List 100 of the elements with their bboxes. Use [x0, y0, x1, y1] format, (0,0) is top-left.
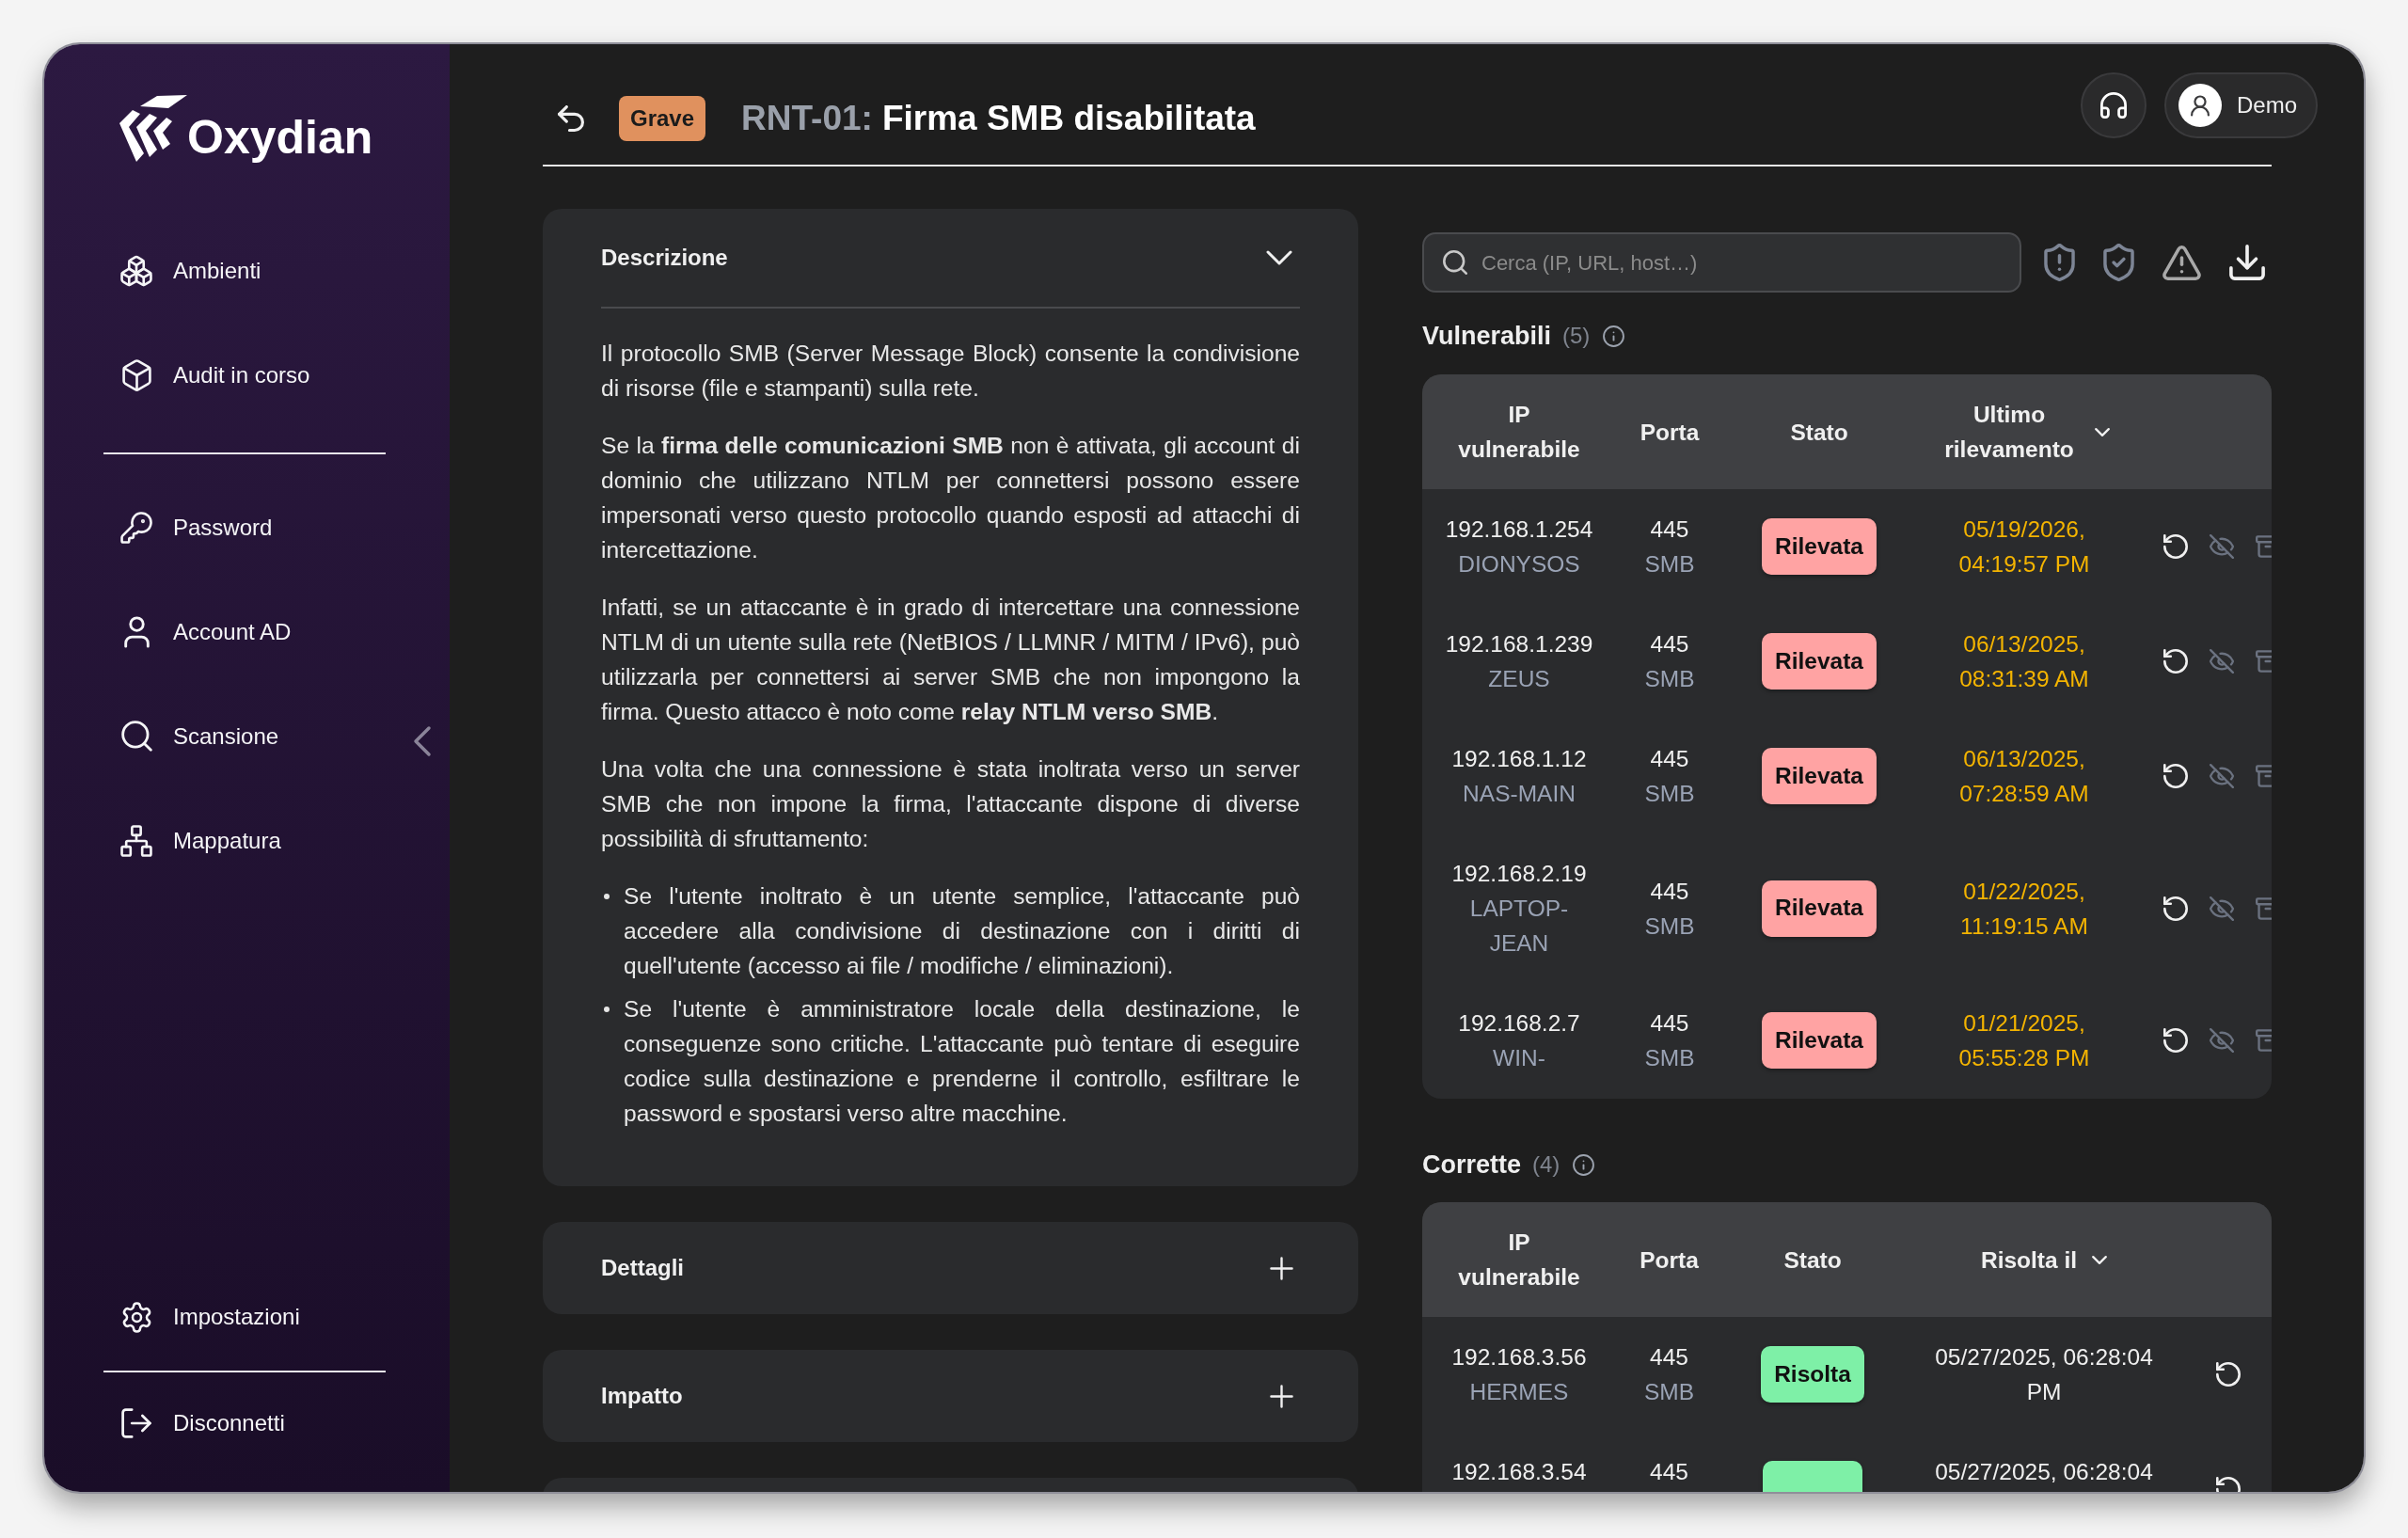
chevron-down-icon[interactable]: [2095, 427, 2110, 436]
ip-address: 192.168.1.254: [1445, 515, 1593, 544]
port-number: 445: [1650, 515, 1689, 544]
ip-address: 192.168.1.239: [1445, 630, 1593, 658]
chevron-down-icon[interactable]: [1266, 250, 1292, 265]
search-icon[interactable]: [120, 721, 152, 752]
date-text: 01/21/2025, 05:55:28 PM: [1957, 1009, 2091, 1072]
status-badge: Rilevata: [1762, 748, 1877, 804]
status-badge: Risolta: [1761, 1346, 1864, 1403]
hostname: LAPTOP-JEAN: [1468, 895, 1570, 958]
description-paragraph: Una volta che una connessione è stata inoltrata verso un server SMB che non impone la firma, l'attaccante dispone di diverse possibilità di sfruttamento:: [601, 755, 1300, 853]
date-text: 05/27/2025, 06:28:04: [1935, 1458, 2153, 1486]
eye-slash-icon[interactable]: [2210, 534, 2234, 559]
date-text: 05/27/2025, 06:28:04 PM: [1934, 1343, 2154, 1406]
nav-link[interactable]: Impostazioni: [120, 1301, 300, 1333]
protocol-name: SMB: [1644, 1044, 1695, 1072]
chevron-down-icon[interactable]: [2092, 1255, 2108, 1264]
nav-link[interactable]: Mappatura: [120, 824, 281, 857]
info-icon: [1603, 325, 1625, 347]
brand-name: Oxydian: [187, 112, 373, 163]
shield-check-icon[interactable]: [2103, 244, 2134, 281]
port-number: 445: [1650, 1343, 1688, 1372]
warning-triangle-icon[interactable]: [2162, 245, 2201, 280]
hostname: DIONYSOS: [1458, 550, 1580, 579]
cubes-icon[interactable]: [120, 254, 152, 287]
bullet-icon: [604, 894, 610, 899]
port-number: 445: [1650, 1009, 1689, 1038]
back-arrow-icon[interactable]: [558, 105, 584, 132]
nav-link[interactable]: Scansione: [120, 721, 279, 752]
chevron-left-icon[interactable]: [413, 725, 432, 757]
ip-address: 192.168.2.19: [1451, 860, 1587, 888]
nav-link[interactable]: Password: [120, 511, 273, 544]
ip-address: 192.168.3.54: [1451, 1458, 1587, 1486]
ip-address: 192.168.2.7: [1458, 1009, 1580, 1038]
column-header[interactable]: Stato: [1783, 1242, 1842, 1277]
date-text: 06/13/2025, 07:28:59 AM: [1958, 745, 2090, 808]
search-field[interactable]: Cerca (IP, URL, host…): [1422, 232, 2021, 293]
nav-link[interactable]: Account AD: [120, 615, 292, 648]
protocol-name: SMB: [1644, 780, 1695, 808]
key-icon[interactable]: [120, 511, 152, 544]
eye-slash-icon[interactable]: [2210, 649, 2234, 674]
circular-arrow-icon[interactable]: [2163, 649, 2188, 674]
search-icon: [1443, 250, 1467, 275]
bullet-icon: [604, 1007, 610, 1012]
item-count: (5): [1562, 322, 1591, 350]
date-text: 01/22/2025, 11:19:15 AM: [1959, 877, 2089, 941]
date-text: 05/19/2026, 04:19:57 PM: [1957, 515, 2091, 579]
column-header[interactable]: IP vulnerabile: [1449, 397, 1590, 467]
column-header[interactable]: Porta: [1640, 414, 1700, 450]
nav-link[interactable]: Audit in corso: [120, 358, 310, 391]
date-text: 06/13/2025, 08:31:39 AM: [1958, 630, 2090, 693]
circular-arrow-icon[interactable]: [2163, 764, 2188, 788]
bullet-text: Se l'utente è amministratore locale della destinazione, le conseguenze sono critiche. L'attaccante può tentare di eseguire codice sulla destinazione e prenderne il controllo, esfiltrare le password e spostarsi verso altre macchine.: [624, 995, 1300, 1128]
description-paragraph: Se la firma delle comunicazioni SMB non è attivata, gli account di dominio che utilizzano NTLM per connettersi possono essere impersonati verso questo protocollo quando esposti ad attacchi di intercettazione.: [601, 432, 1300, 564]
settings-icon[interactable]: [120, 1301, 152, 1333]
ip-address: 192.168.3.56: [1451, 1343, 1587, 1372]
avatar-icon[interactable]: [2178, 84, 2222, 127]
search-input[interactable]: Cerca (IP, URL, host…): [1481, 246, 2004, 278]
cube-icon[interactable]: [121, 358, 151, 391]
bullet-text: Se l'utente inoltrato è un utente semplice, l'attaccante può accedere alla condivisione di destinazione con i diritti di quell'utente (accesso ai file / modifiche / eliminazioni).: [624, 882, 1300, 980]
protocol-name: SMB: [1644, 550, 1695, 579]
status-badge: Rilevata: [1762, 880, 1877, 937]
plus-icon[interactable]: [1270, 1384, 1293, 1408]
section-toggle[interactable]: Descrizione: [601, 209, 1300, 309]
eye-slash-icon[interactable]: [2210, 1028, 2234, 1053]
status-badge: Rilevata: [1762, 1012, 1877, 1069]
section-heading: Vulnerabili: [1422, 321, 1552, 352]
download-icon[interactable]: [2229, 245, 2265, 280]
column-header[interactable]: Risolta il: [1980, 1242, 2108, 1277]
eye-slash-icon[interactable]: [2210, 764, 2234, 788]
port-number: 445: [1650, 745, 1689, 773]
eye-slash-icon[interactable]: [2210, 896, 2234, 921]
circular-arrow-icon[interactable]: [2216, 1362, 2241, 1387]
network-icon[interactable]: [120, 824, 152, 857]
description-paragraph: Infatti, se un attaccante è in grado di intercettare una connessione NTLM di un utente sulla rete (NetBIOS / LLMNR / MITM / IPv6), può utilizzarla per connettersi ai server SMB che non impongono la firma. Questo attacco è noto come relay NTLM verso SMB.: [601, 594, 1300, 726]
protocol-name: SMB: [1644, 912, 1695, 941]
column-header[interactable]: Porta: [1640, 1242, 1699, 1277]
circular-arrow-icon[interactable]: [2163, 534, 2188, 559]
protocol-name: SMB: [1643, 1378, 1695, 1406]
circular-arrow-icon[interactable]: [2163, 896, 2188, 921]
port-number: 445: [1650, 1458, 1688, 1486]
severity-badge: Grave: [619, 96, 706, 141]
info-icon: [1573, 1153, 1595, 1176]
plus-icon[interactable]: [1270, 1256, 1293, 1280]
nav-link[interactable]: Disconnetti: [120, 1408, 285, 1438]
logout-icon[interactable]: [121, 1408, 151, 1438]
person-icon[interactable]: [123, 615, 150, 648]
column-header[interactable]: Stato: [1790, 414, 1848, 450]
description-paragraph: Il protocollo SMB (Server Message Block) consente la condivisione di risorse (file e stampanti) sulla rete.: [601, 340, 1300, 403]
port-number: 445: [1650, 630, 1689, 658]
column-header[interactable]: IP vulnerabile: [1449, 1225, 1590, 1294]
shield-alert-icon[interactable]: [2044, 244, 2075, 281]
item-count: (4): [1532, 1150, 1560, 1179]
circular-arrow-icon[interactable]: [2163, 1028, 2188, 1053]
section-toggle[interactable]: Dettagli: [601, 1222, 1300, 1314]
section-toggle[interactable]: Impatto: [601, 1350, 1300, 1442]
headphones-icon[interactable]: [2099, 92, 2127, 119]
user-menu-button[interactable]: Demo: [2163, 72, 2318, 138]
nav-link[interactable]: Ambienti: [120, 254, 261, 287]
column-header[interactable]: Ultimo rilevamento: [1939, 397, 2110, 467]
